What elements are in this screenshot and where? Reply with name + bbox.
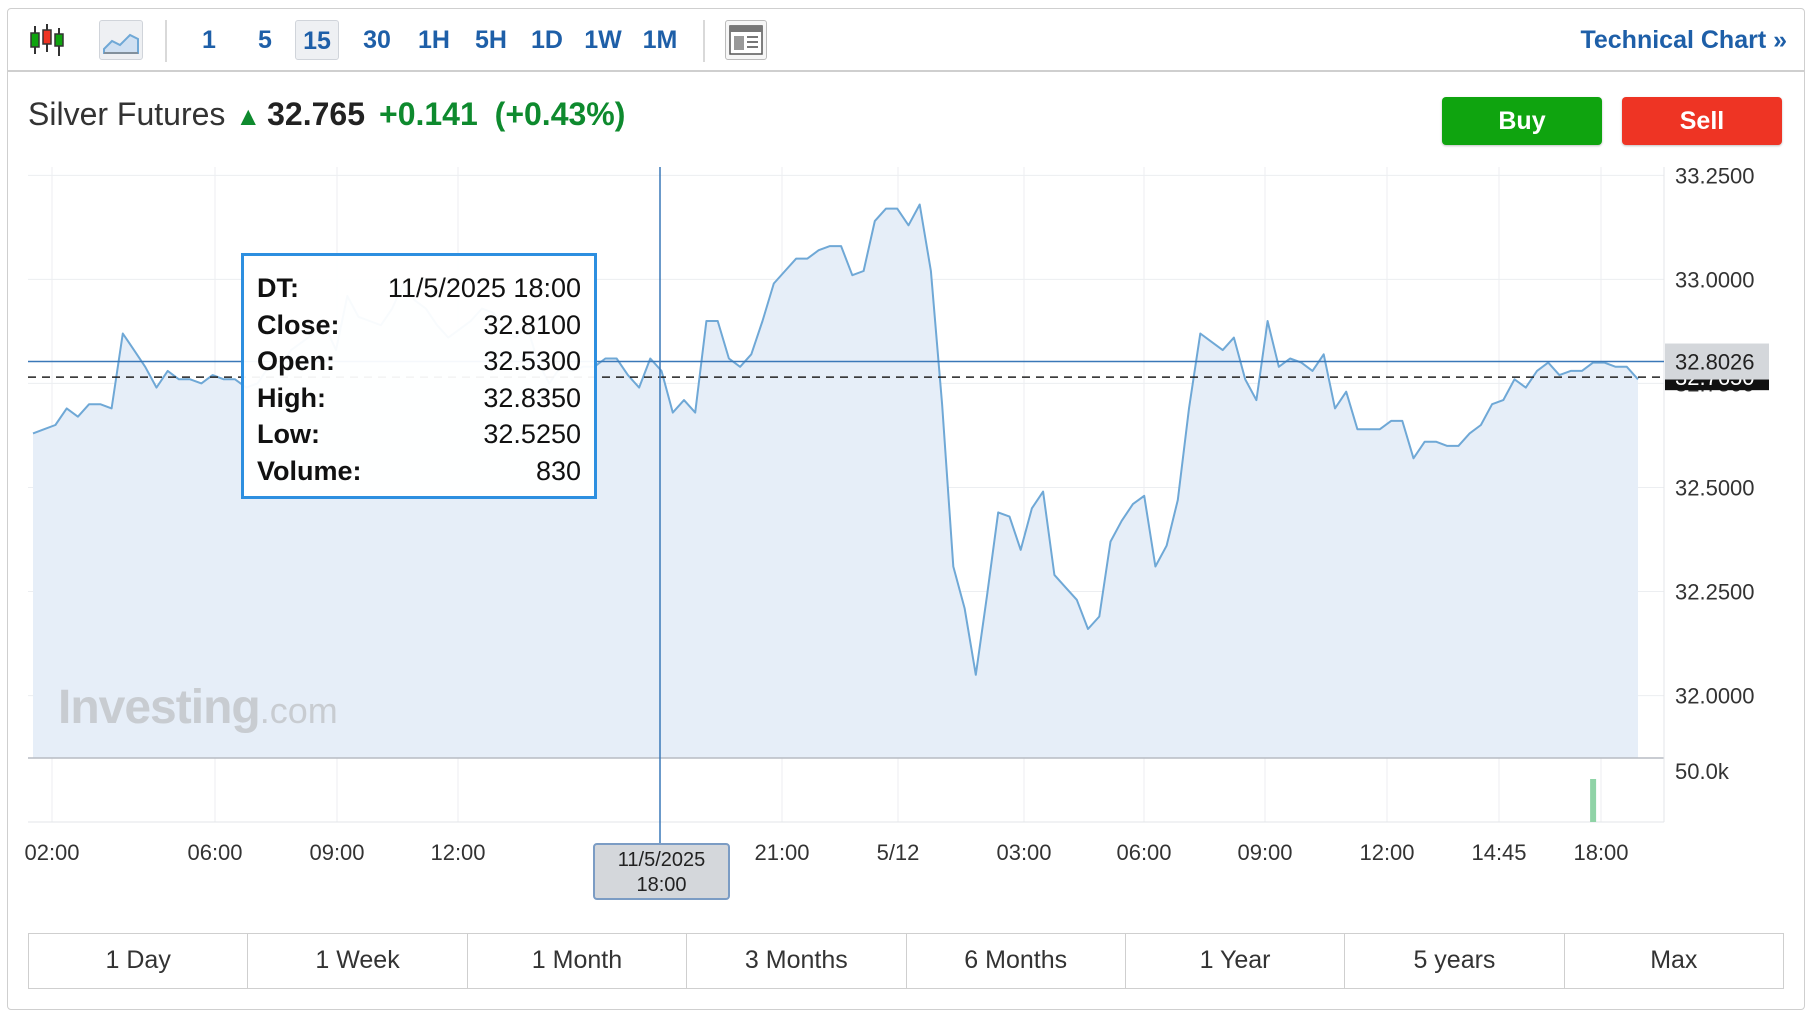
x-tick-label: 12:00 — [1359, 840, 1414, 865]
x-tick-label: 21:00 — [754, 840, 809, 865]
tooltip-value: 32.8100 — [483, 309, 581, 340]
price-chart[interactable]: 33.250033.000032.750032.500032.250032.00… — [0, 0, 1812, 1018]
investing-watermark: Investing.com — [58, 681, 338, 734]
crosshair-date-badge: 11/5/2025 18:00 — [593, 843, 730, 900]
range-1-year[interactable]: 1 Year — [1126, 934, 1346, 988]
volume-tick-label: 50.0k — [1675, 759, 1730, 784]
range-max[interactable]: Max — [1565, 934, 1783, 988]
tooltip-row: Volume: 830 — [257, 453, 581, 490]
tooltip-row: High: 32.8350 — [257, 380, 581, 417]
range-selector: 1 Day 1 Week 1 Month 3 Months 6 Months 1 Year… — [28, 933, 1784, 989]
tooltip-value: 32.8350 — [483, 382, 581, 413]
crosshair-price-label: 32.8026 — [1675, 350, 1755, 375]
range-5-years[interactable]: 5 years — [1345, 934, 1565, 988]
crosshair-time: 18:00 — [636, 874, 687, 896]
volume-bar — [1590, 778, 1597, 822]
range-1-month[interactable]: 1 Month — [468, 934, 688, 988]
y-tick-label: 32.0000 — [1675, 684, 1755, 709]
tooltip-label: Open: — [257, 346, 335, 377]
x-tick-label: 03:00 — [996, 840, 1051, 865]
x-tick-label: 09:00 — [1237, 840, 1292, 865]
crosshair-date: 11/5/2025 — [617, 849, 706, 871]
ohlc-tooltip: DT: 11/5/2025 18:00 Close: 32.8100 Open: 32.5… — [241, 253, 597, 499]
range-3-months[interactable]: 3 Months — [687, 934, 907, 988]
tooltip-label: DT: — [257, 273, 299, 303]
tooltip-label: High: — [257, 382, 326, 413]
y-tick-label: 32.5000 — [1675, 475, 1755, 500]
x-tick-label: 02:00 — [24, 840, 79, 865]
tooltip-value: 32.5300 — [483, 346, 581, 377]
y-tick-label: 33.0000 — [1675, 267, 1755, 292]
x-tick-label: 18:00 — [1573, 840, 1628, 865]
range-6-months[interactable]: 6 Months — [907, 934, 1126, 988]
tooltip-value: 11/5/2025 18:00 — [387, 273, 581, 303]
tooltip-label: Volume: — [257, 455, 362, 486]
tooltip-row: Open: 32.5300 — [257, 343, 581, 380]
tooltip-value: 830 — [535, 455, 581, 486]
tooltip-value: 32.5250 — [483, 419, 581, 450]
x-tick-label: 14:45 — [1471, 840, 1526, 865]
x-tick-label: 06:00 — [187, 840, 242, 865]
y-tick-label: 33.2500 — [1675, 163, 1755, 188]
x-tick-label: 5/12 — [877, 840, 920, 865]
y-tick-label: 32.2500 — [1675, 580, 1755, 605]
x-tick-label: 12:00 — [430, 840, 485, 865]
x-tick-label: 09:00 — [309, 840, 364, 865]
tooltip-row: Close: 32.8100 — [257, 307, 581, 344]
tooltip-row: DT: 11/5/2025 18:00 — [257, 270, 581, 307]
range-1-week[interactable]: 1 Week — [248, 934, 468, 988]
x-tick-label: 06:00 — [1116, 840, 1171, 865]
tooltip-row: Low: 32.5250 — [257, 416, 581, 453]
tooltip-label: Close: — [257, 309, 340, 340]
tooltip-label: Low: — [257, 419, 320, 450]
range-1-day[interactable]: 1 Day — [29, 934, 249, 988]
